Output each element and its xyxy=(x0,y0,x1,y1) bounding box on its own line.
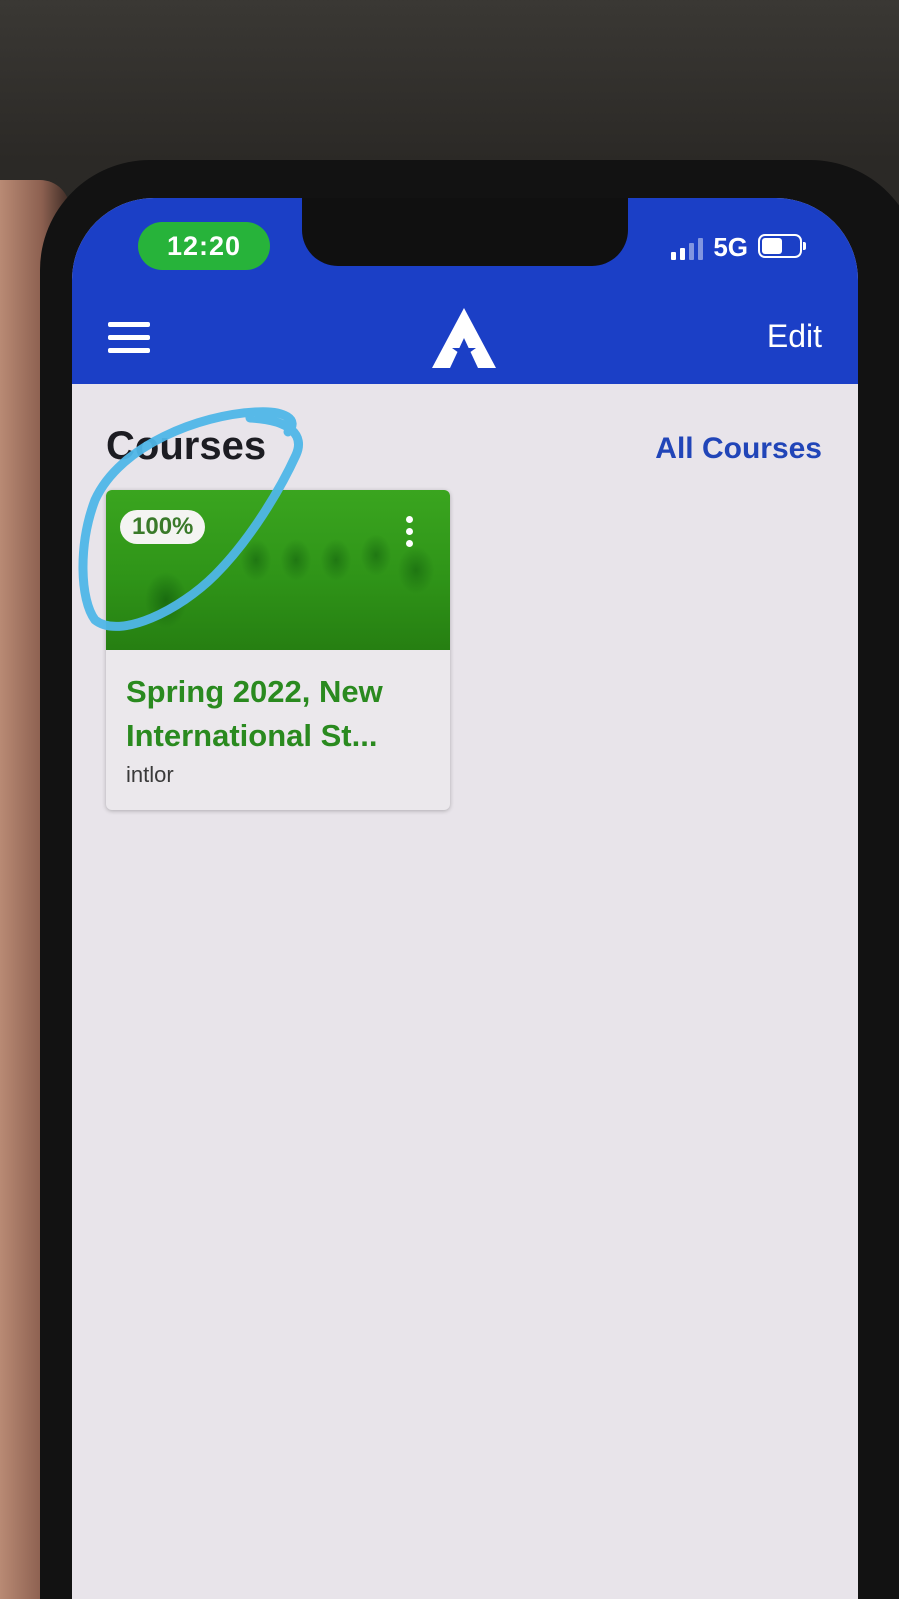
course-title-line-1: Spring 2022, New xyxy=(126,674,383,709)
star-a-logo-icon xyxy=(432,308,496,368)
course-title: Spring 2022, New International St... xyxy=(126,670,442,758)
course-card[interactable]: 100% Spring 2022, New International St..… xyxy=(106,490,450,810)
battery-icon xyxy=(758,234,806,258)
course-title-line-2: International St... xyxy=(126,718,378,753)
status-time: 12:20 xyxy=(138,222,270,270)
progress-badge: 100% xyxy=(120,510,206,544)
signal-icon xyxy=(671,238,704,260)
battery-level xyxy=(762,238,782,254)
course-code: intlor xyxy=(126,762,174,787)
status-indicators: 5G xyxy=(671,232,806,262)
edit-button[interactable]: Edit xyxy=(767,318,822,355)
page-title: Courses xyxy=(106,424,267,468)
more-options-icon[interactable] xyxy=(406,516,416,552)
network-label: 5G xyxy=(713,232,748,262)
app-header: 12:20 5G Edit xyxy=(72,198,858,384)
camera-notch xyxy=(302,198,628,266)
all-courses-link[interactable]: All Courses xyxy=(655,432,822,466)
phone-screen: 12:20 5G Edit Courses All Courses 100% S… xyxy=(72,198,858,1599)
course-image: 100% xyxy=(106,490,450,650)
hamburger-menu-icon[interactable] xyxy=(108,322,150,356)
